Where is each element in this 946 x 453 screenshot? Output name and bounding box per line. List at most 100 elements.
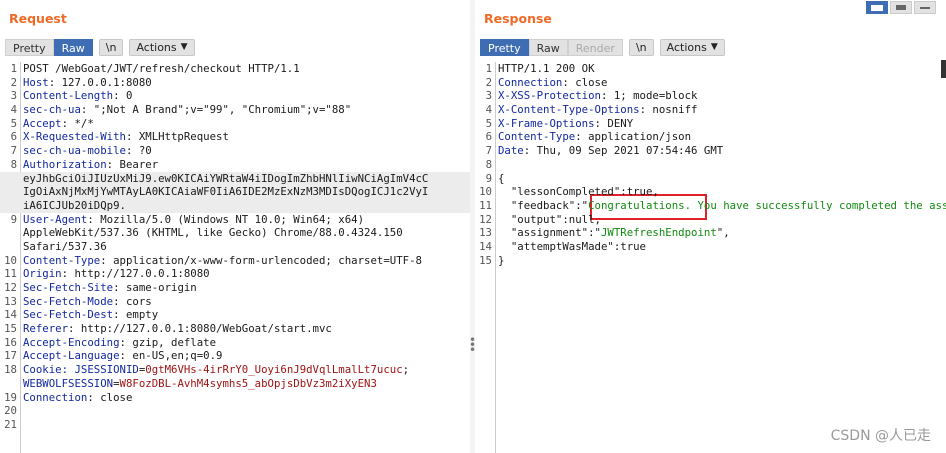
- response-code-line: 13 "assignment":"JWTRefreshEndpoint",: [475, 226, 946, 240]
- request-code-line: AppleWebKit/537.36 (KHTML, like Gecko) C…: [0, 226, 470, 240]
- line-number: 11: [4, 267, 17, 281]
- line-number: 17: [4, 349, 17, 363]
- code-token: : empty: [113, 308, 159, 322]
- line-number: 7: [485, 144, 492, 158]
- line-number: 8: [10, 157, 17, 171]
- request-newline-toggle[interactable]: \n: [98, 38, 124, 56]
- code-token: : http://127.0.0.1:8080/WebGoat/start.mv…: [68, 322, 332, 336]
- request-pane: Request Pretty Raw \n Actions ▼ 1 POST /W…: [0, 0, 470, 453]
- code-token: POST /WebGoat/JWT/refresh/checkout HTTP/…: [23, 62, 300, 75]
- request-code-line: 14 Sec-Fetch-Dest: empty: [0, 308, 470, 322]
- response-editor[interactable]: 1 HTTP/1.1 200 OK 2 Connection: close 3 X-XSS…: [475, 62, 946, 453]
- response-code-line: 7 Date: Thu, 09 Sep 2021 07:54:46 GMT: [475, 144, 946, 158]
- code-token: 0gtM6VHs-4irRrY0_Uoyi6nJ9dVqlLmalLt7ucuc: [145, 363, 403, 377]
- line-number: 15: [4, 322, 17, 336]
- code-token: sec-ch-ua: [23, 103, 81, 117]
- top-bottom-layout-icon[interactable]: [890, 1, 912, 14]
- line-content: AppleWebKit/537.36 (KHTML, like Gecko) C…: [23, 226, 403, 240]
- code-token: sec-ch-ua-mobile: [23, 144, 126, 158]
- code-token: ;: [402, 363, 410, 377]
- code-token: : ?0: [125, 144, 152, 158]
- line-content: Referer: http://127.0.0.1:8080/WebGoat/s…: [23, 322, 332, 336]
- request-tab-pretty[interactable]: Pretty: [5, 38, 54, 56]
- response-pane: Response Pretty Raw Render \n Actions ▼ …: [475, 0, 946, 453]
- response-actions-label: Actions: [666, 40, 707, 54]
- code-token: Date: [498, 144, 524, 158]
- line-number: 6: [485, 130, 492, 144]
- code-token: : gzip, deflate: [119, 335, 217, 349]
- code-token: X-XSS-Protection: [498, 89, 601, 103]
- response-tab-raw[interactable]: Raw: [528, 38, 568, 56]
- code-token: HTTP/1.1 200 OK: [498, 62, 595, 75]
- line-content: X-Requested-With: XMLHttpRequest: [23, 130, 229, 144]
- code-token: : application/x-www-form-urlencoded; cha…: [100, 253, 422, 267]
- response-tab-pretty[interactable]: Pretty: [480, 38, 529, 56]
- code-token: : */*: [61, 116, 94, 130]
- line-number: 5: [485, 116, 492, 130]
- line-content: Content-Type: application/json: [498, 130, 691, 144]
- request-code-line: eyJhbGciOiJIUzUxMiJ9.ew0KICAiYWRtaW4iIDo…: [0, 171, 470, 186]
- line-content: Sec-Fetch-Site: same-origin: [23, 281, 197, 295]
- side-by-side-layout-icon[interactable]: [866, 1, 888, 14]
- line-content: Accept-Language: en-US,en;q=0.9: [23, 349, 222, 363]
- line-number: 11: [479, 198, 492, 212]
- line-number: 3: [485, 89, 492, 103]
- line-number: 20: [4, 404, 17, 418]
- line-content: "output":null,: [498, 213, 601, 227]
- request-toolbar: Pretty Raw \n Actions ▼: [5, 38, 195, 56]
- code-token: Accept-Encoding: [23, 335, 120, 349]
- line-content: sec-ch-ua-mobile: ?0: [23, 144, 152, 158]
- code-token: Congratulations. You have successfully c…: [588, 198, 946, 212]
- line-content: Content-Length: 0: [23, 89, 132, 103]
- line-number: 15: [479, 253, 492, 267]
- line-content: Host: 127.0.0.1:8080: [23, 76, 152, 90]
- code-token: Sec-Fetch-Mode: [23, 294, 114, 308]
- response-newline-toggle[interactable]: \n: [628, 38, 654, 56]
- line-content: "lessonCompleted":true,: [498, 185, 659, 199]
- code-token: AppleWebKit/537.36 (KHTML, like Gecko) C…: [23, 226, 403, 240]
- code-token: X-Content-Type-Options: [498, 103, 640, 117]
- code-token: "attemptWasMade":true: [498, 239, 646, 253]
- line-content: Cookie: JSESSIONID=0gtM6VHs-4irRrY0_Uoyi…: [23, 363, 409, 377]
- request-code-line: 2 Host: 127.0.0.1:8080: [0, 76, 470, 90]
- line-number: 1: [10, 62, 17, 75]
- request-code-line: 5 Accept: */*: [0, 117, 470, 131]
- line-number: 19: [4, 390, 17, 404]
- response-tab-render[interactable]: Render: [567, 38, 623, 56]
- line-number: 4: [485, 103, 492, 117]
- line-number: 2: [485, 75, 492, 89]
- line-content: IgOiAxNjMxMjYwMTAyLA0KICAiaWF0IiA6IDE2Mz…: [23, 185, 428, 199]
- response-code-line: 8: [475, 158, 946, 172]
- watermark: CSDN @人已走: [830, 428, 931, 444]
- line-number: 14: [479, 239, 492, 253]
- response-scrollbar[interactable]: [941, 60, 946, 78]
- request-code-line: 4 sec-ch-ua: ";Not A Brand";v="99", "Chro…: [0, 103, 470, 117]
- code-token: Connection: [498, 75, 563, 89]
- code-token: Authorization: [23, 157, 107, 171]
- line-number: 18: [4, 363, 17, 377]
- code-token: : JSESSIONID: [61, 363, 139, 377]
- line-number: 14: [4, 308, 17, 322]
- request-code-line: 8 Authorization: Bearer: [0, 158, 470, 172]
- line-content: Date: Thu, 09 Sep 2021 07:54:46 GMT: [498, 144, 723, 158]
- line-content: X-XSS-Protection: 1; mode=block: [498, 89, 697, 103]
- code-token: WEBWOLFSESSION: [23, 376, 114, 390]
- request-actions-button[interactable]: Actions ▼: [129, 38, 195, 56]
- response-code-line: 9{: [475, 172, 946, 186]
- single-pane-layout-icon[interactable]: [914, 1, 936, 14]
- line-content: Connection: close: [23, 391, 132, 405]
- code-token: Safari/537.36: [23, 239, 107, 253]
- request-editor[interactable]: 1 POST /WebGoat/JWT/refresh/checkout HTTP…: [0, 62, 470, 453]
- response-code-line: 11 "feedback":"Congratulations. You have…: [475, 199, 946, 213]
- response-actions-button[interactable]: Actions ▼: [659, 38, 725, 56]
- code-token: : Mozilla/5.0 (Windows NT 10.0; Win64; x…: [87, 212, 365, 226]
- line-content: POST /WebGoat/JWT/refresh/checkout HTTP/…: [23, 62, 300, 76]
- response-code-line: 3 X-XSS-Protection: 1; mode=block: [475, 89, 946, 103]
- chevron-down-icon: ▼: [180, 41, 188, 52]
- line-content: Accept: */*: [23, 117, 94, 131]
- line-number: 12: [4, 281, 17, 294]
- code-token: Content-Type: [498, 130, 576, 144]
- code-token: Accept: [23, 116, 62, 130]
- line-content: WEBWOLFSESSION=W8FozDBL-AvhM4symhs5_abOp…: [23, 377, 377, 391]
- request-tab-raw[interactable]: Raw: [53, 38, 93, 56]
